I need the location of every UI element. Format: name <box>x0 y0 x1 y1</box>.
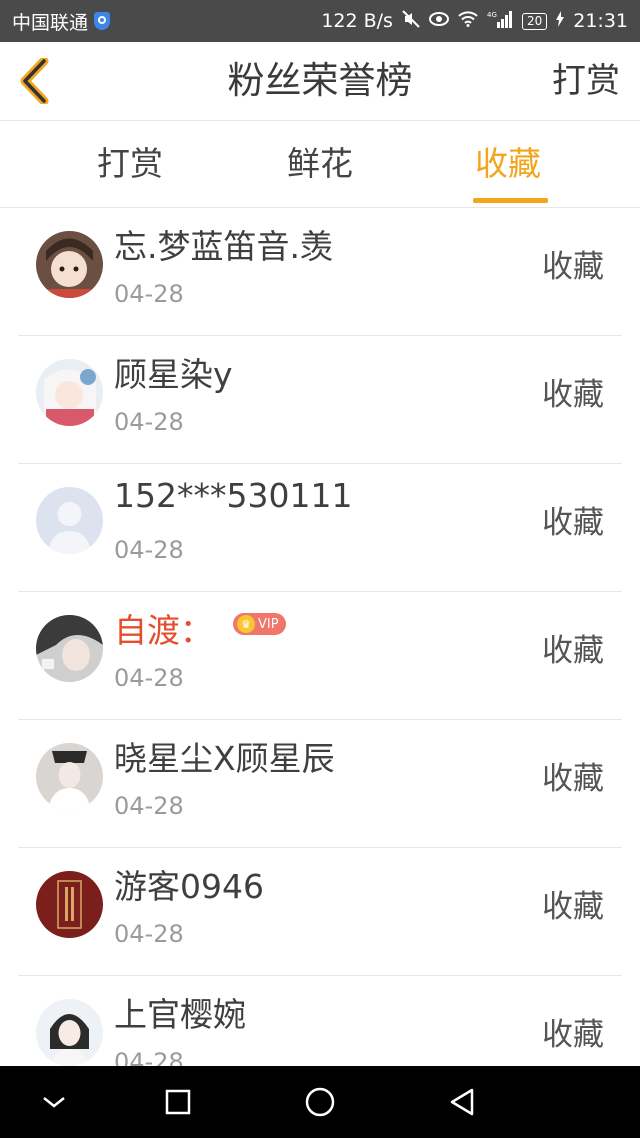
tab-label: 打赏 <box>97 144 163 183</box>
recents-square-icon <box>165 1089 191 1115</box>
fan-name: 152***530111 <box>114 476 353 515</box>
fan-date: 04-28 <box>114 1048 184 1066</box>
wifi-icon <box>458 11 478 31</box>
tab-label: 收藏 <box>475 144 541 183</box>
fan-date: 04-28 <box>114 792 184 820</box>
list-item[interactable]: 自渡： ♛ VIP 04-28 收藏 <box>0 592 640 720</box>
status-right: 122 B/s 4G 20 21:31 <box>321 10 628 32</box>
chevron-down-icon <box>43 1097 65 1108</box>
fan-action: 收藏 <box>542 377 604 413</box>
clock: 21:31 <box>573 10 628 32</box>
avatar <box>36 487 103 554</box>
avatar <box>36 231 103 298</box>
fan-date: 04-28 <box>114 408 184 436</box>
crown-icon: ♛ <box>237 615 255 633</box>
active-tab-indicator <box>473 198 548 203</box>
avatar <box>36 999 103 1066</box>
fan-name: 忘.梦蓝笛音.羡 <box>114 227 333 266</box>
reward-button[interactable]: 打赏 <box>552 42 620 120</box>
list-item[interactable]: 晓星尘X顾星辰 04-28 收藏 <box>0 720 640 848</box>
fan-action: 收藏 <box>542 633 604 669</box>
fan-action: 收藏 <box>542 249 604 285</box>
tab-favorites[interactable]: 收藏 <box>438 121 578 207</box>
back-nav-button[interactable] <box>440 1080 484 1124</box>
recents-button[interactable] <box>156 1080 200 1124</box>
tab-bar: 打赏 鲜花 收藏 <box>0 121 640 208</box>
charging-icon <box>556 11 565 31</box>
avatar <box>36 743 103 810</box>
fan-date: 04-28 <box>114 280 184 308</box>
list-item[interactable]: 152***530111 04-28 收藏 <box>0 464 640 592</box>
fan-action: 收藏 <box>542 761 604 797</box>
back-triangle-icon <box>450 1088 474 1116</box>
list-item[interactable]: 上官樱婉 04-28 收藏 <box>0 976 640 1066</box>
chevron-left-icon <box>20 58 49 104</box>
status-left: 中国联通 <box>12 8 111 35</box>
tab-flowers[interactable]: 鲜花 <box>250 121 390 207</box>
back-button[interactable] <box>14 58 54 104</box>
avatar <box>36 615 103 682</box>
list-item[interactable]: 顾星染y 04-28 收藏 <box>0 336 640 464</box>
home-button[interactable] <box>298 1080 342 1124</box>
system-nav-bar <box>0 1066 640 1138</box>
fan-name-text: 自渡： <box>114 611 213 650</box>
fan-action: 收藏 <box>542 505 604 541</box>
eye-icon <box>428 12 449 30</box>
avatar <box>36 359 103 426</box>
fan-date: 04-28 <box>114 664 184 692</box>
battery-icon: 20 <box>521 12 548 30</box>
mute-icon <box>402 10 420 32</box>
list-item[interactable]: 忘.梦蓝笛音.羡 04-28 收藏 <box>0 208 640 336</box>
fan-name: 顾星染y <box>114 355 233 394</box>
fan-name: 上官樱婉 <box>114 995 246 1034</box>
fan-date: 04-28 <box>114 536 184 564</box>
fan-name: 游客0946 <box>114 867 264 906</box>
fan-action: 收藏 <box>542 1017 604 1053</box>
home-circle-icon <box>305 1087 335 1117</box>
page-title: 粉丝荣誉榜 <box>227 59 413 102</box>
status-bar: 中国联通 122 B/s 4G 20 21:31 <box>0 0 640 42</box>
fan-list: 忘.梦蓝笛音.羡 04-28 收藏 顾星染y 04-28 收藏 152***53… <box>0 208 640 1066</box>
network-speed: 122 B/s <box>321 10 393 32</box>
shield-icon <box>94 12 111 30</box>
signal-icon: 4G <box>487 10 513 32</box>
collapse-button[interactable] <box>32 1080 76 1124</box>
avatar <box>36 871 103 938</box>
vip-badge: ♛ VIP <box>233 613 286 635</box>
app-header: 粉丝荣誉榜 打赏 <box>0 42 640 121</box>
tab-reward[interactable]: 打赏 <box>60 121 200 207</box>
tab-label: 鲜花 <box>287 144 353 183</box>
fan-date: 04-28 <box>114 920 184 948</box>
fan-action: 收藏 <box>542 889 604 925</box>
vip-label: VIP <box>258 616 279 632</box>
fan-name: 自渡： ♛ VIP <box>114 604 286 652</box>
network-type: 4G <box>487 11 497 19</box>
list-item[interactable]: 游客0946 04-28 收藏 <box>0 848 640 976</box>
carrier-label: 中国联通 <box>12 11 89 34</box>
fan-name: 晓星尘X顾星辰 <box>114 739 335 778</box>
